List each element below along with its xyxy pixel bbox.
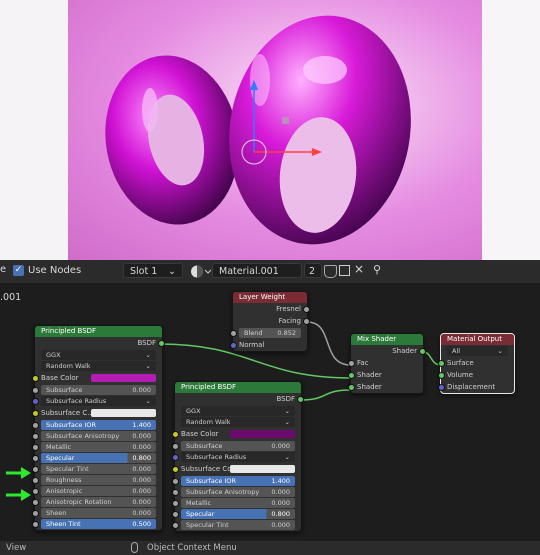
node-editor-header: e ✓ Use Nodes Slot 1 ⌄ Material.001 2 × … <box>0 260 540 284</box>
base-color-swatch[interactable] <box>230 430 295 438</box>
subsurface-color-input[interactable]: Subsurface Color <box>172 463 301 475</box>
distribution-dropdown[interactable]: GGX ⌄ <box>181 406 295 416</box>
roughness-field[interactable]: Roughness 0.000 <box>32 475 156 485</box>
use-nodes-label: Use Nodes <box>28 265 82 276</box>
target-dropdown[interactable]: All ⌄ <box>447 346 508 356</box>
sheen-field[interactable]: Sheen 0.000 <box>32 508 156 518</box>
sss-method-dropdown[interactable]: Random Walk ⌄ <box>41 361 156 371</box>
status-bar: View Object Context Menu <box>0 541 540 555</box>
output-bsdf: BSDF <box>35 337 165 349</box>
specular-tint-field[interactable]: Specular Tint 0.000 <box>32 464 156 474</box>
subsurface-anisotropy-field[interactable]: Subsurface Anisotropy 0.000 <box>172 487 295 497</box>
input-displacement: Displacement <box>438 381 514 393</box>
base-color-input[interactable]: Base Color <box>172 428 301 440</box>
material-output-node[interactable]: Material Output All ⌄ Surface Volume Disp… <box>438 333 515 394</box>
fake-user-icon[interactable] <box>324 265 337 278</box>
duplicate-icon[interactable] <box>339 265 350 276</box>
subsurface-radius-dropdown[interactable]: Subsurface Radius ⌄ <box>32 396 156 406</box>
material-name-field[interactable]: Material.001 <box>212 263 302 278</box>
slot-dropdown[interactable]: Slot 1 ⌄ <box>123 263 183 278</box>
header-left-glyph: e <box>0 264 7 275</box>
user-count[interactable]: 2 <box>304 263 322 278</box>
mix-shader-node[interactable]: Mix Shader Shader Fac Shader Shader <box>348 333 426 394</box>
annotation-arrow-roughness <box>6 489 31 501</box>
output-shader: Shader <box>351 345 426 357</box>
metallic-field[interactable]: Metallic 0.000 <box>32 442 156 452</box>
subsurface-field[interactable]: Subsurface 0.000 <box>32 385 156 395</box>
material-sphere-icon <box>191 265 212 278</box>
use-nodes-checkbox[interactable]: ✓ <box>13 265 24 276</box>
subsurface-anisotropy-field[interactable]: Subsurface Anisotropy 0.000 <box>32 431 156 441</box>
material-name: Material.001 <box>219 266 279 277</box>
layer-weight-node[interactable]: Layer Weight Fresnel Facing Blend 0.852 N… <box>230 291 310 352</box>
3d-viewport[interactable] <box>0 0 540 260</box>
status-context-menu: Object Context Menu <box>147 543 237 553</box>
base-color-input[interactable]: Base Color <box>32 372 162 384</box>
node-title: Principled BSDF <box>175 382 301 393</box>
anisotropic-rotation-field[interactable]: Anisotropic Rotation 0.000 <box>32 497 156 507</box>
node-editor[interactable]: .001 Principled BSDF BSDF GGX ⌄ Random Wa… <box>0 283 540 541</box>
node-title: Material Output <box>441 334 514 345</box>
output-bsdf: BSDF <box>175 393 304 405</box>
mouse-icon <box>131 542 138 553</box>
subsurface-color-input[interactable]: Subsurface C... <box>32 407 162 419</box>
output-fresnel: Fresnel <box>233 303 310 315</box>
input-surface: Surface <box>438 357 514 369</box>
material-browse-button[interactable] <box>189 264 212 279</box>
input-volume: Volume <box>438 369 514 381</box>
subsurface-ior-field[interactable]: Subsurface IOR 1.400 <box>172 476 295 486</box>
principled-bsdf-node-2[interactable]: Principled BSDF BSDF GGX ⌄ Random Walk ⌄ B… <box>172 381 304 532</box>
input-shader-a: Shader <box>348 369 423 381</box>
input-normal: Normal <box>230 339 307 351</box>
specular-tint-field[interactable]: Specular Tint 0.000 <box>172 520 295 530</box>
principled-bsdf-node-1[interactable]: Principled BSDF BSDF GGX ⌄ Random Walk ⌄ B… <box>32 325 165 531</box>
node-title: Mix Shader <box>351 334 423 345</box>
link-bsdf2-mix <box>299 389 352 401</box>
sheen-tint-field[interactable]: Sheen Tint 0.500 <box>32 519 156 529</box>
metallic-field[interactable]: Metallic 0.000 <box>172 498 295 508</box>
subsurface-field[interactable]: Subsurface 0.000 <box>172 441 295 451</box>
annotation-arrow-specular <box>6 467 31 479</box>
output-facing: Facing <box>233 315 310 327</box>
link-facing-fac <box>306 321 352 366</box>
left-ring <box>105 55 239 225</box>
blend-field[interactable]: Blend 0.852 <box>230 328 301 338</box>
node-title: Principled BSDF <box>35 326 162 337</box>
subsurface-ior-field[interactable]: Subsurface IOR 1.400 <box>32 420 156 430</box>
slot-label: Slot 1 <box>130 266 158 277</box>
base-color-swatch[interactable] <box>91 374 156 382</box>
pin-icon[interactable]: ⚲ <box>373 263 381 276</box>
distribution-dropdown[interactable]: GGX ⌄ <box>41 350 156 360</box>
input-fac: Fac <box>348 357 423 369</box>
specular-field[interactable]: Specular 0.800 <box>32 453 156 463</box>
input-shader-b: Shader <box>348 381 423 393</box>
subsurface-radius-dropdown[interactable]: Subsurface Radius ⌄ <box>172 452 295 462</box>
chevron-down-icon: ⌄ <box>168 266 176 277</box>
specular-field[interactable]: Specular 0.800 <box>172 509 295 519</box>
node-title: Layer Weight <box>233 292 307 303</box>
close-icon[interactable]: × <box>354 262 364 276</box>
right-ring <box>229 15 411 245</box>
sss-method-dropdown[interactable]: Random Walk ⌄ <box>181 417 295 427</box>
status-view-label: View <box>6 543 27 553</box>
rendered-model <box>105 15 411 245</box>
anisotropic-field[interactable]: Anisotropic 0.000 <box>32 486 156 496</box>
